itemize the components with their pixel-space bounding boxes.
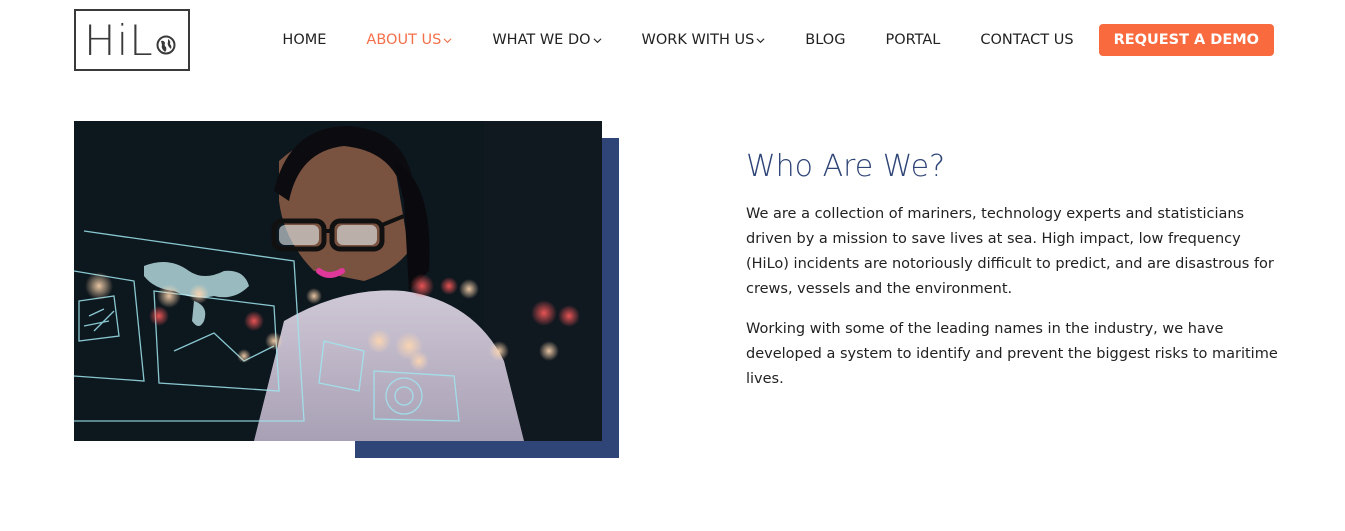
nav-blog[interactable]: BLOG	[805, 32, 845, 48]
nav-portal[interactable]: PORTAL	[885, 32, 940, 48]
request-demo-button[interactable]: REQUEST A DEMO	[1098, 24, 1274, 56]
about-section: Who Are We? We are a collection of marin…	[746, 146, 1286, 392]
globe-icon	[156, 35, 176, 55]
chevron-down-icon	[593, 37, 602, 43]
logo-text: HiL	[84, 15, 154, 65]
nav-home[interactable]: HOME	[282, 32, 326, 48]
chevron-down-icon	[756, 37, 765, 43]
hilo-logo[interactable]: HiL	[74, 9, 190, 71]
about-paragraph-2: Working with some of the leading names i…	[746, 321, 1278, 387]
main-nav: HOME ABOUT US WHAT WE DO WORK WITH US BL…	[282, 24, 1274, 56]
nav-contact-us[interactable]: CONTACT US	[980, 32, 1073, 48]
nav-about-us[interactable]: ABOUT US	[366, 32, 452, 48]
nav-work-with-us[interactable]: WORK WITH US	[642, 32, 766, 48]
nav-what-we-do[interactable]: WHAT WE DO	[492, 32, 602, 48]
hero-image	[74, 121, 602, 441]
section-title: Who Are We?	[746, 149, 946, 184]
hero-illustration	[74, 121, 602, 441]
about-paragraph-1: We are a collection of mariners, technol…	[746, 206, 1274, 297]
chevron-down-icon	[443, 37, 452, 43]
